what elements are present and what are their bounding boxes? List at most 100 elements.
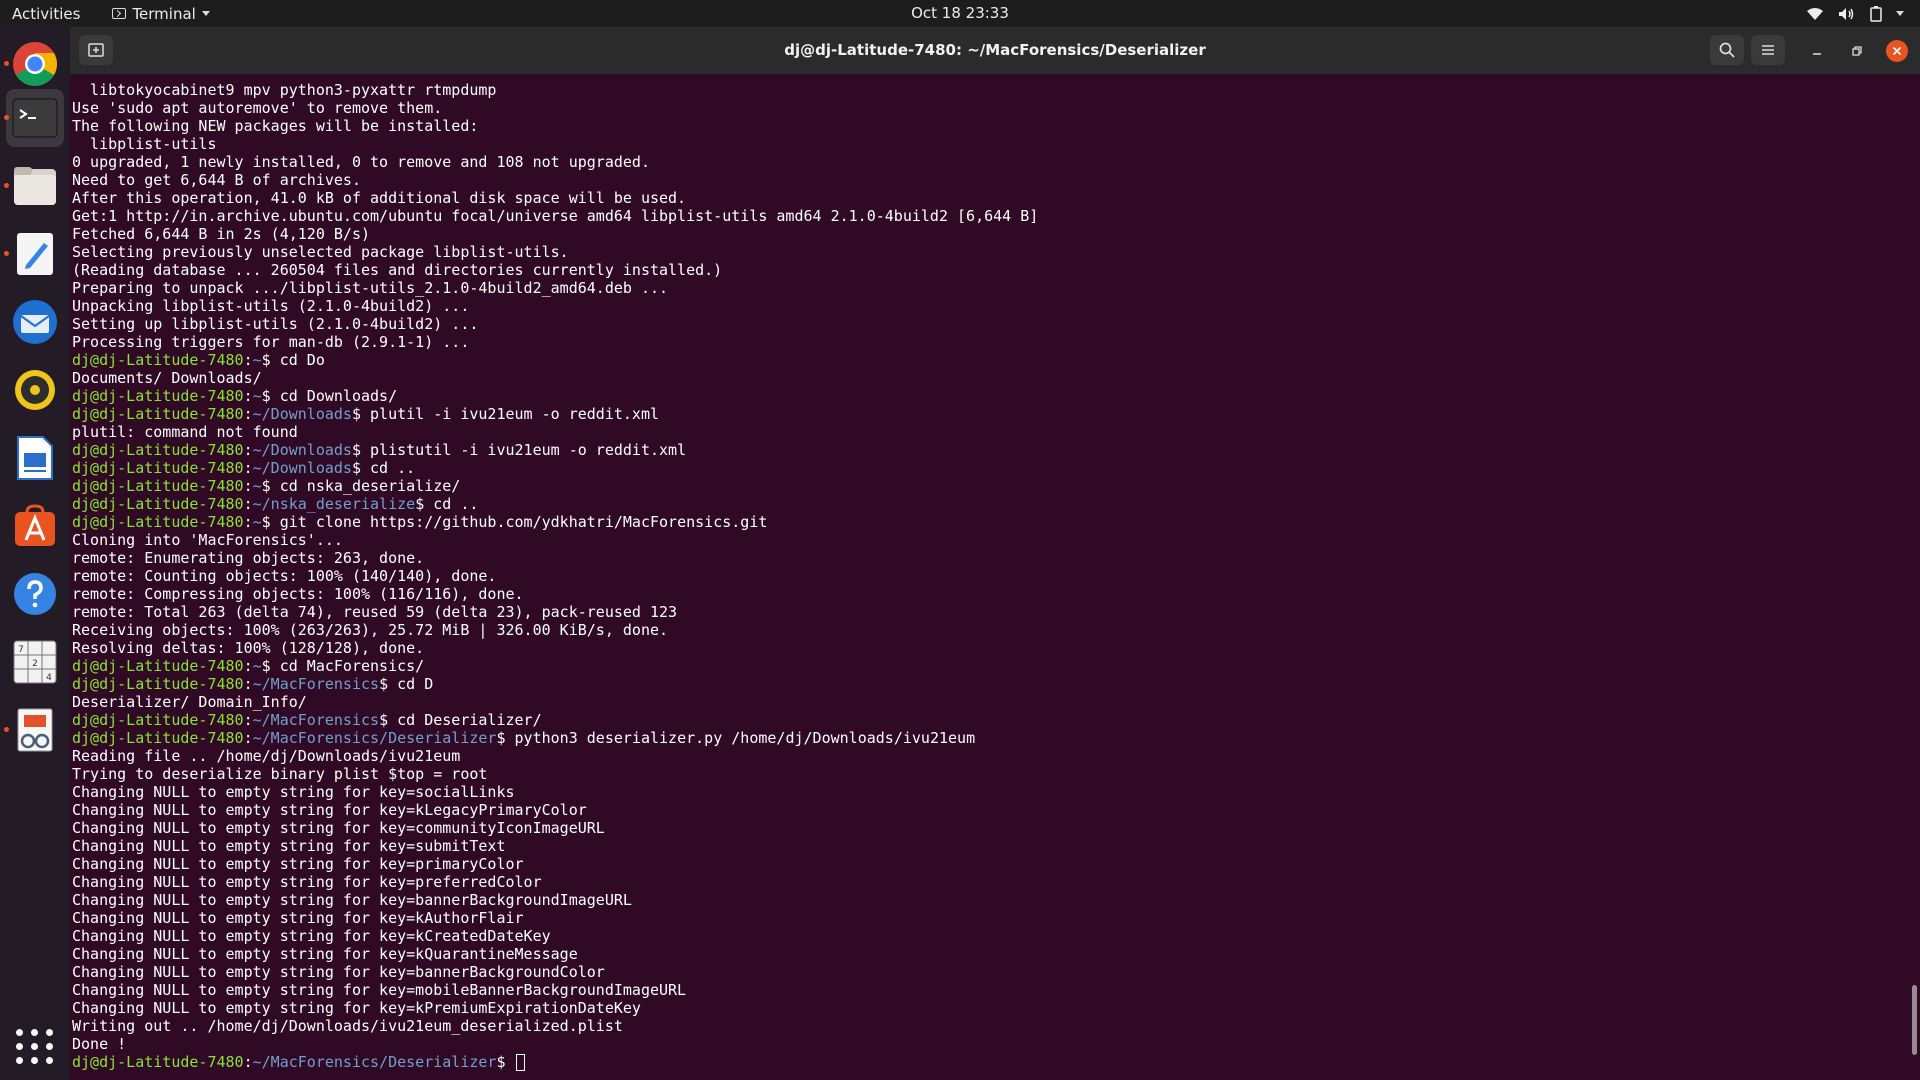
output-line: After this operation, 41.0 kB of additio… [72,189,687,207]
output-line: Changing NULL to empty string for key=ba… [72,891,632,909]
prompt-path: ~/Downloads [252,441,352,459]
prompt-user: dj@dj-Latitude-7480 [72,477,244,495]
command-text: cd Downloads/ [279,387,398,405]
close-button[interactable] [1886,40,1908,62]
running-indicator [4,183,9,188]
command-text: plutil -i ivu21eum -o reddit.xml [370,405,660,423]
output-line: Deserializer/ Domain_Info/ [72,693,307,711]
dock-libreoffice-writer[interactable] [6,429,64,487]
command-text: cd .. [370,459,416,477]
dock-terminal[interactable] [4,89,64,147]
dock-thunderbird[interactable] [6,293,64,351]
dock-text-editor[interactable] [4,225,64,283]
command-text: cd Do [279,351,325,369]
activities-button[interactable]: Activities [12,5,80,23]
terminal-small-icon [112,8,127,19]
chevron-down-icon [201,11,210,16]
app-menu-label: Terminal [132,4,196,23]
prompt-path: ~ [252,477,262,495]
prompt-line: dj@dj-Latitude-7480:~/MacForensics$ cd D… [72,711,542,729]
search-icon [1719,42,1735,58]
prompt-line: dj@dj-Latitude-7480:~/MacForensics$ cd D [72,675,434,693]
command-text: cd Deserializer/ [397,711,542,729]
hamburger-menu-icon [1762,45,1774,55]
chrome-icon [13,42,57,86]
dock: 7 2 4 [0,27,70,1080]
prompt-user: dj@dj-Latitude-7480 [72,675,244,693]
dock-chrome[interactable] [4,35,64,93]
prompt-user: dj@dj-Latitude-7480 [72,351,244,369]
dock-software[interactable] [6,497,64,555]
help-icon [14,573,56,615]
text-editor-icon [17,233,53,275]
search-button[interactable] [1710,35,1744,65]
prompt-user: dj@dj-Latitude-7480 [72,387,244,405]
output-line: Documents/ Downloads/ [72,369,262,387]
svg-text:4: 4 [46,673,52,683]
prompt-path: ~/MacForensics [252,711,380,729]
output-line: Changing NULL to empty string for key=co… [72,819,605,837]
thunderbird-icon [13,300,57,344]
scrollbar-thumb[interactable] [1912,985,1917,1055]
prompt-user: dj@dj-Latitude-7480 [72,441,244,459]
show-applications-icon [16,1028,54,1064]
output-line: libtokyocabinet9 mpv python3-pyxattr rtm… [72,81,497,99]
text-cursor [515,1054,525,1071]
show-applications-button[interactable] [6,1017,64,1075]
dock-files[interactable] [4,157,64,215]
maximize-button[interactable] [1846,40,1868,62]
command-text: cd .. [433,495,479,513]
menu-button[interactable] [1751,35,1785,65]
command-text: cd nska_deserialize/ [279,477,461,495]
prompt-user: dj@dj-Latitude-7480 [72,729,244,747]
dock-help[interactable] [6,565,64,623]
output-line: Changing NULL to empty string for key=so… [72,783,515,801]
output-line: Trying to deserialize binary plist $top … [72,765,488,783]
output-line: Setting up libplist-utils (2.1.0-4build2… [72,315,479,333]
prompt-line: dj@dj-Latitude-7480:~$ cd nska_deseriali… [72,477,461,495]
terminal-icon [12,98,58,138]
dock-sudoku[interactable]: 7 2 4 [6,633,64,691]
output-line: Processing triggers for man-db (2.9.1-1)… [72,333,470,351]
prompt-user: dj@dj-Latitude-7480 [72,1053,244,1071]
prompt-path: ~ [252,513,262,531]
minimize-button[interactable] [1806,40,1828,62]
close-icon [1892,46,1902,56]
system-tray[interactable] [1806,0,1904,27]
window-title: dj@dj-Latitude-7480: ~/MacForensics/Dese… [784,41,1206,59]
prompt-line: dj@dj-Latitude-7480:~$ cd MacForensics/ [72,657,425,675]
output-line: Cloning into 'MacForensics'... [72,531,343,549]
output-line: Unpacking libplist-utils (2.1.0-4build2)… [72,297,470,315]
prompt-line: dj@dj-Latitude-7480:~/Downloads$ plistut… [72,441,687,459]
top-bar: Activities Terminal Oct 18 23:33 [0,0,1920,27]
output-line: Changing NULL to empty string for key=ba… [72,963,605,981]
prompt-line: dj@dj-Latitude-7480:~$ cd Do [72,351,325,369]
command-text: plistutil -i ivu21eum -o reddit.xml [370,441,687,459]
command-text: python3 deserializer.py /home/dj/Downloa… [514,729,976,747]
prompt-line: dj@dj-Latitude-7480:~/Downloads$ plutil … [72,405,660,423]
clock[interactable]: Oct 18 23:33 [911,4,1009,22]
prompt-user: dj@dj-Latitude-7480 [72,657,244,675]
output-line: plutil: command not found [72,423,298,441]
prompt-user: dj@dj-Latitude-7480 [72,513,244,531]
prompt-user: dj@dj-Latitude-7480 [72,495,244,513]
dock-document-viewer[interactable] [4,701,64,759]
files-icon [14,167,56,205]
output-line: Changing NULL to empty string for key=kC… [72,927,551,945]
dock-rhythmbox[interactable] [6,361,64,419]
output-line: Changing NULL to empty string for key=kL… [72,801,587,819]
app-menu[interactable]: Terminal [112,4,210,23]
output-line: remote: Total 263 (delta 74), reused 59 … [72,603,678,621]
output-line: Changing NULL to empty string for key=su… [72,837,506,855]
prompt-line: dj@dj-Latitude-7480:~/MacForensics/Deser… [72,1053,1920,1071]
output-line: Receiving objects: 100% (263/263), 25.72… [72,621,669,639]
running-indicator [4,251,9,256]
running-indicator [4,727,9,732]
prompt-path: ~/MacForensics [252,675,380,693]
output-line: Resolving deltas: 100% (128/128), done. [72,639,425,657]
prompt-path: ~/nska_deserialize [252,495,416,513]
system-menu-chevron-icon [1896,11,1904,16]
terminal-window: dj@dj-Latitude-7480: ~/MacForensics/Dese… [70,27,1920,1080]
output-line: Changing NULL to empty string for key=mo… [72,981,687,999]
terminal-output[interactable]: libtokyocabinet9 mpv python3-pyxattr rtm… [70,75,1920,1080]
